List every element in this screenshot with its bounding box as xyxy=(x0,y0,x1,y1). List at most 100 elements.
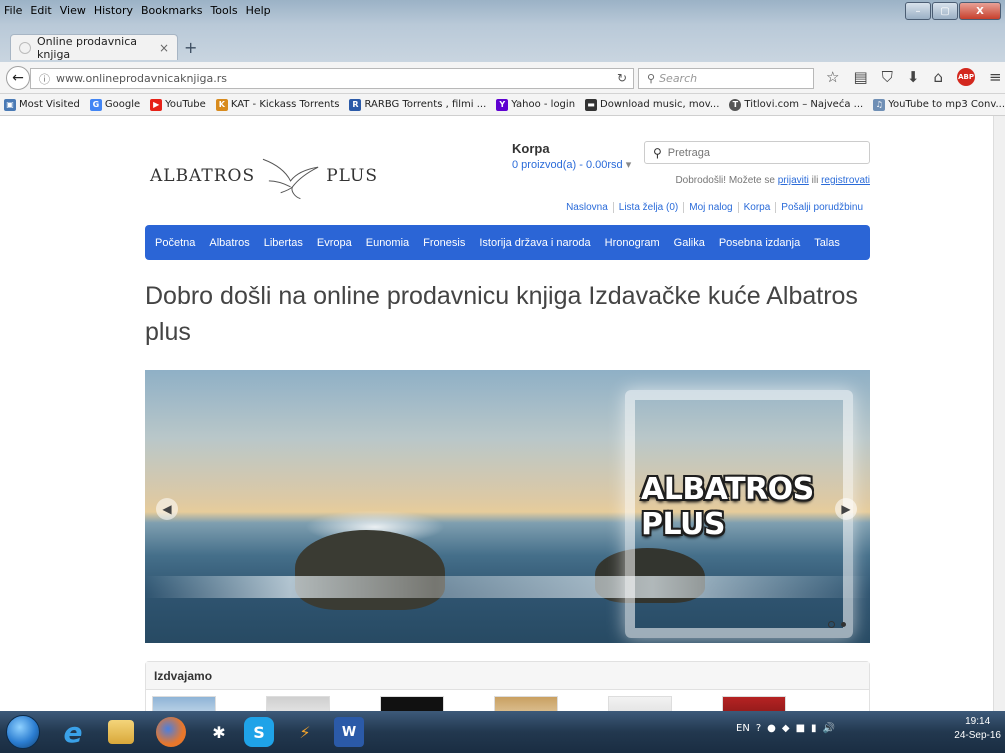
menu-edit[interactable]: Edit xyxy=(30,4,51,20)
hamburger-menu-icon[interactable]: ≡ xyxy=(989,68,1002,86)
nav-item-hronogram[interactable]: Hronogram xyxy=(605,237,660,249)
home-icon[interactable]: ⌂ xyxy=(933,68,943,86)
bookmark-google[interactable]: G Google xyxy=(89,98,141,111)
cart-widget[interactable]: Korpa 0 proizvod(a) - 0.00rsd ▾ xyxy=(512,141,631,171)
system-clock[interactable]: 19:14 24-Sep-16 xyxy=(954,715,1001,743)
skype-icon[interactable]: S xyxy=(244,717,274,747)
language-indicator[interactable]: EN xyxy=(736,723,750,734)
file-explorer-icon[interactable] xyxy=(108,720,134,744)
search-icon[interactable]: ⚲ xyxy=(653,146,662,160)
bookmark-youtube[interactable]: ▶ YouTube xyxy=(150,98,206,111)
bookmark-titlovi[interactable]: T Titlovi.com – Najveća ... xyxy=(729,98,864,111)
adblock-icon[interactable]: ABP xyxy=(957,68,976,86)
bookmark-label: Titlovi.com – Najveća ... xyxy=(744,99,864,110)
link-checkout[interactable]: Pošalji porudžbinu xyxy=(775,202,868,213)
browser-search-input[interactable]: ⚲ Search xyxy=(638,68,814,89)
youtube-icon: ▶ xyxy=(150,98,163,111)
slider-dot[interactable] xyxy=(828,621,835,628)
nav-item-talas[interactable]: Talas xyxy=(814,237,840,249)
bookmark-download[interactable]: ▬ Download music, mov... xyxy=(585,98,720,111)
page-favicon-icon xyxy=(19,41,31,54)
menu-tools[interactable]: Tools xyxy=(210,4,237,20)
close-tab-icon[interactable]: × xyxy=(159,41,169,55)
titlovi-icon: T xyxy=(729,98,742,111)
bookmark-label: Download music, mov... xyxy=(600,99,720,110)
site-search-field[interactable]: ⚲ xyxy=(644,141,870,164)
top-links: Naslovna Lista želja (0) Moj nalog Korpa… xyxy=(561,202,868,213)
bookmark-most-visited[interactable]: ▣ Most Visited xyxy=(4,98,80,111)
start-button-icon[interactable] xyxy=(6,715,40,749)
site-info-icon[interactable]: ⓘ xyxy=(39,71,50,87)
register-link[interactable]: registrovati xyxy=(821,175,870,186)
link-wishlist[interactable]: Lista želja (0) xyxy=(612,202,683,213)
winamp-icon[interactable]: ⚡ xyxy=(290,717,320,747)
bookmark-label: Google xyxy=(104,99,141,110)
slider-prev-arrow-icon[interactable]: ◀ xyxy=(156,498,178,520)
site-search-input[interactable] xyxy=(667,146,848,159)
bookmarks-menu-icon[interactable]: ▤ xyxy=(853,68,867,86)
nav-item-posebna-izdanja[interactable]: Posebna izdanja xyxy=(719,237,800,249)
word-icon[interactable]: W xyxy=(334,717,364,747)
link-cart[interactable]: Korpa xyxy=(737,202,776,213)
menu-bar: File Edit View History Bookmarks Tools H… xyxy=(4,4,271,20)
bookmark-kat[interactable]: K KAT - Kickass Torrents xyxy=(215,98,339,111)
nav-item-fronesis[interactable]: Fronesis xyxy=(423,237,465,249)
page-scrollbar[interactable] xyxy=(993,116,1005,711)
help-icon[interactable]: ? xyxy=(756,723,761,734)
close-window-button[interactable]: X xyxy=(959,2,1001,20)
download-icon: ▬ xyxy=(585,98,598,111)
internet-explorer-icon[interactable]: e xyxy=(58,716,88,749)
bookmark-label: YouTube to mp3 Conv... xyxy=(888,99,1005,110)
menu-history[interactable]: History xyxy=(94,4,133,20)
most-visited-icon: ▣ xyxy=(4,98,16,111)
slider-pagination xyxy=(828,621,846,628)
bookmark-rarbg[interactable]: R RARBG Torrents , filmi ... xyxy=(349,98,486,111)
nav-item-istorija[interactable]: Istorija država i naroda xyxy=(479,237,590,249)
minimize-button[interactable]: – xyxy=(905,2,931,20)
nav-item-eunomia[interactable]: Eunomia xyxy=(366,237,409,249)
bluetooth-icon[interactable]: ✱ xyxy=(204,717,234,747)
slider-next-arrow-icon[interactable]: ▶ xyxy=(835,498,857,520)
link-home[interactable]: Naslovna xyxy=(561,202,613,213)
nav-item-libertas[interactable]: Libertas xyxy=(264,237,303,249)
nav-item-galika[interactable]: Galika xyxy=(674,237,705,249)
back-arrow-icon[interactable]: ← xyxy=(6,66,30,90)
tray-icon[interactable]: ● xyxy=(767,723,776,734)
menu-view[interactable]: View xyxy=(60,4,86,20)
bookmark-converter[interactable]: ♫ YouTube to mp3 Conv... xyxy=(873,98,1005,111)
nav-item-albatros[interactable]: Albatros xyxy=(209,237,249,249)
bookmark-star-icon[interactable]: ☆ xyxy=(826,68,839,86)
new-tab-button[interactable]: + xyxy=(184,38,197,57)
site-logo[interactable]: ALBATROS PLUS xyxy=(150,134,378,218)
bookmark-yahoo[interactable]: Y Yahoo - login xyxy=(496,98,575,111)
book-thumbnail[interactable] xyxy=(494,696,558,711)
book-thumbnail[interactable] xyxy=(380,696,444,711)
login-link[interactable]: prijaviti xyxy=(778,175,809,186)
cart-count[interactable]: 0 proizvod(a) - 0.00rsd ▾ xyxy=(512,158,631,171)
nav-item-evropa[interactable]: Evropa xyxy=(317,237,352,249)
menu-help[interactable]: Help xyxy=(246,4,271,20)
book-thumbnail[interactable] xyxy=(266,696,330,711)
menu-file[interactable]: File xyxy=(4,4,22,20)
hero-slider[interactable]: ALBATROS PLUS ◀ ▶ xyxy=(145,370,870,643)
menu-bookmarks[interactable]: Bookmarks xyxy=(141,4,202,20)
browser-tab[interactable]: Online prodavnica knjiga × xyxy=(10,34,178,61)
reload-icon[interactable]: ↻ xyxy=(617,71,627,85)
volume-icon[interactable]: 🔊 xyxy=(823,723,835,734)
slider-dot-active[interactable] xyxy=(841,622,846,627)
url-bar[interactable]: ⓘ www.onlineprodavnicaknjiga.rs ↻ xyxy=(30,68,634,89)
tray-icon[interactable]: ◆ xyxy=(782,723,790,734)
book-thumbnail[interactable] xyxy=(608,696,672,711)
google-icon: G xyxy=(89,98,102,111)
download-arrow-icon[interactable]: ⬇ xyxy=(907,68,920,86)
book-thumbnail[interactable] xyxy=(152,696,216,711)
nav-item-pocetna[interactable]: Početna xyxy=(155,237,195,249)
maximize-button[interactable]: ▢ xyxy=(932,2,958,20)
firefox-icon[interactable] xyxy=(156,717,186,747)
pocket-icon[interactable]: ⛉ xyxy=(882,68,893,86)
welcome-message: Dobrodošli! Možete se prijaviti ili regi… xyxy=(675,175,870,186)
link-my-account[interactable]: Moj nalog xyxy=(683,202,737,213)
tray-icon[interactable]: ■ xyxy=(796,723,805,734)
book-thumbnail[interactable] xyxy=(722,696,786,711)
network-signal-icon[interactable]: ▮ xyxy=(811,723,817,734)
